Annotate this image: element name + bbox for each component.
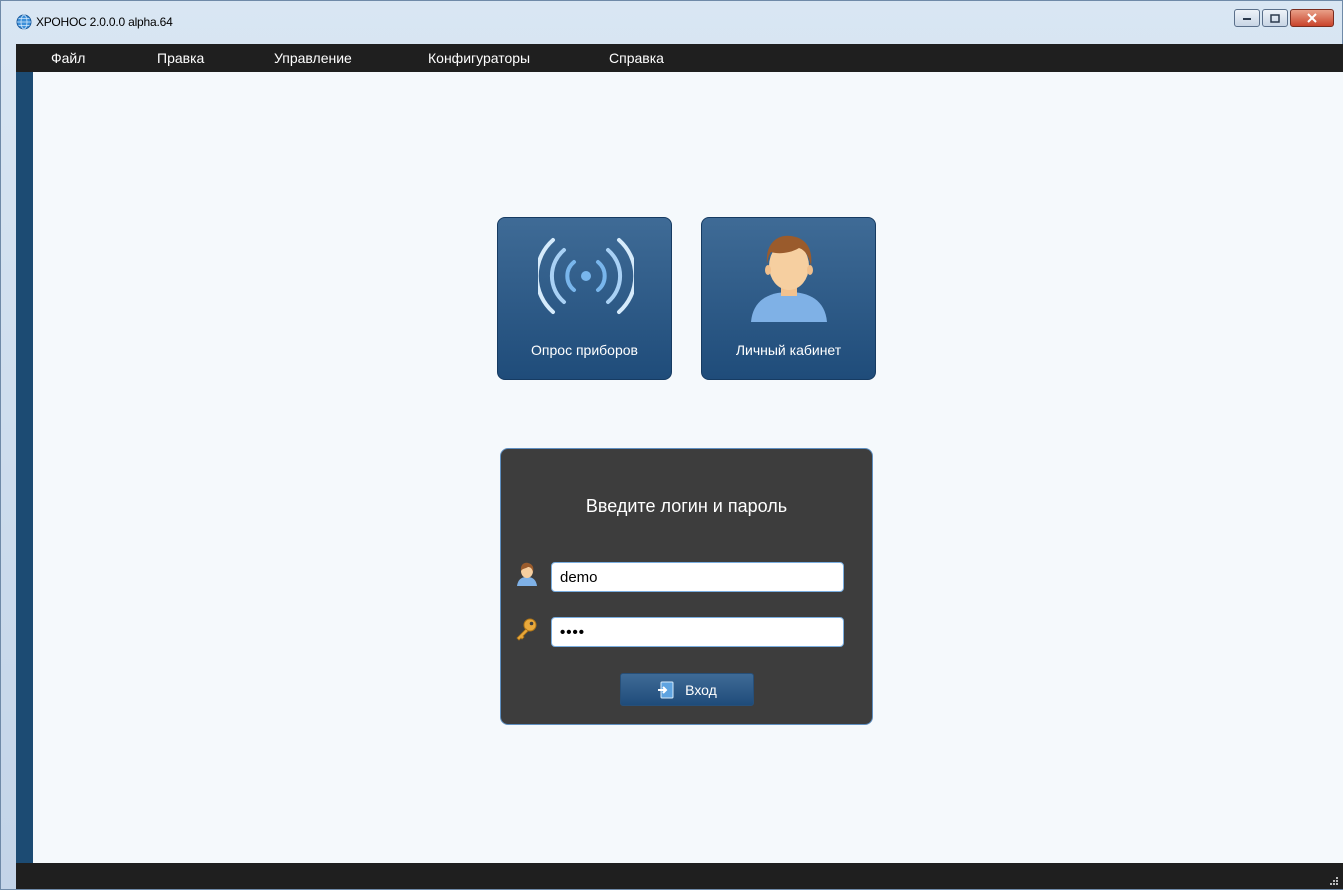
tile-personal-account[interactable]: Личный кабинет	[701, 217, 876, 380]
title-bar[interactable]: ХРОНОС 2.0.0.0 alpha.64	[7, 7, 1336, 37]
globe-icon	[16, 14, 32, 30]
menu-manage[interactable]: Управление	[274, 50, 352, 66]
close-button[interactable]	[1290, 9, 1334, 27]
username-input[interactable]: demo	[551, 562, 844, 592]
user-avatar-icon	[751, 235, 827, 322]
maximize-button[interactable]	[1262, 9, 1288, 27]
login-button-label: Вход	[685, 681, 717, 698]
menu-bar: Файл Правка Управление Конфигураторы Спр…	[16, 44, 1343, 72]
login-title: Введите логин и пароль	[585, 496, 788, 516]
login-button[interactable]: Вход	[620, 673, 754, 706]
main-content: Опрос приборов Личный кабинет Введите ло…	[16, 72, 1343, 863]
login-panel: Введите логин и пароль demo •••• Вход	[500, 448, 873, 725]
app-window: ХРОНОС 2.0.0.0 alpha.64 Файл Правка Упра…	[0, 0, 1343, 890]
tile-device-polling[interactable]: Опрос приборов	[497, 217, 672, 380]
password-input[interactable]: ••••	[551, 617, 844, 647]
status-bar	[16, 863, 1343, 889]
menu-file[interactable]: Файл	[51, 50, 85, 66]
wireless-signal-icon	[538, 238, 634, 314]
user-icon	[517, 562, 537, 586]
close-icon	[1307, 13, 1317, 23]
minimize-icon	[1243, 18, 1251, 20]
key-icon	[516, 618, 537, 641]
window-controls	[1234, 9, 1334, 27]
tile-device-polling-label: Опрос приборов	[531, 342, 638, 358]
menu-help[interactable]: Справка	[609, 50, 664, 66]
window-title: ХРОНОС 2.0.0.0 alpha.64	[36, 15, 173, 29]
menu-edit[interactable]: Правка	[157, 50, 204, 66]
enter-icon	[658, 681, 674, 698]
tile-personal-account-label: Личный кабинет	[735, 342, 842, 358]
maximize-icon	[1270, 13, 1280, 23]
left-accent-bar	[16, 72, 33, 863]
minimize-button[interactable]	[1234, 9, 1260, 27]
resize-grip-icon[interactable]	[1329, 876, 1339, 886]
menu-configurators[interactable]: Конфигураторы	[428, 50, 530, 66]
